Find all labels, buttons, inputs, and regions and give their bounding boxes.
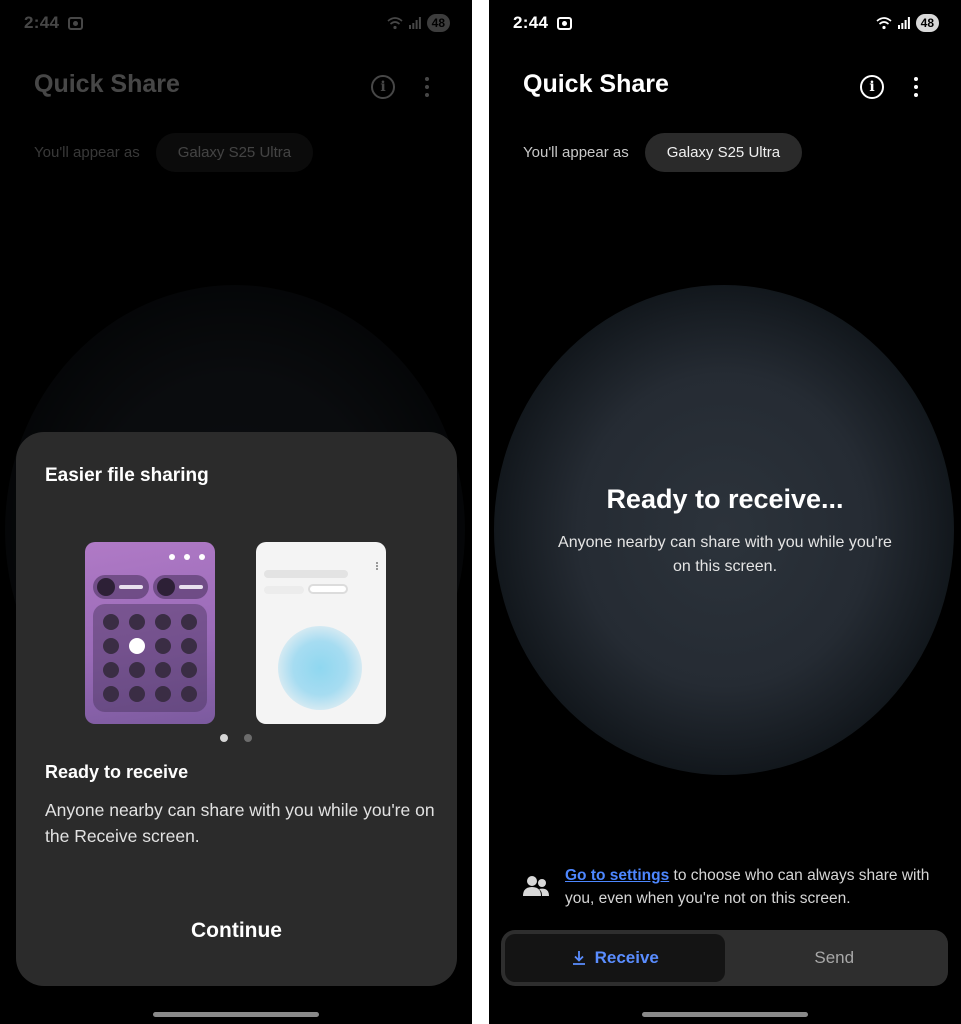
left-phone-screen: 2:44 48 Quick Share i You'll appear as G… — [0, 0, 472, 1024]
more-options-icon[interactable] — [914, 77, 918, 97]
bluetooth-pill — [153, 575, 208, 599]
info-icon[interactable]: i — [860, 75, 884, 99]
settings-hint-text: Go to settings to choose who can always … — [565, 864, 941, 910]
ready-description: Anyone nearby can share with you while y… — [558, 534, 892, 575]
receive-send-toggle: Receive Send — [501, 930, 948, 986]
device-name-chip[interactable]: Galaxy S25 Ultra — [644, 133, 803, 172]
page-dot-active[interactable] — [220, 734, 228, 742]
page-dot[interactable] — [244, 734, 252, 742]
more-options-icon — [376, 562, 378, 570]
status-time: 2:44 — [513, 13, 549, 32]
sheet-title: Easier file sharing — [45, 465, 209, 486]
device-chip-illustration — [308, 584, 348, 594]
sheet-description: Anyone nearby can share with you while y… — [45, 800, 435, 846]
continue-button[interactable]: Continue — [16, 919, 457, 943]
receive-glow — [494, 285, 954, 775]
battery-badge: 48 — [915, 14, 939, 32]
page-indicator — [220, 734, 252, 742]
quick-share-tile-icon — [129, 638, 145, 654]
go-to-settings-link[interactable]: Go to settings — [565, 867, 669, 884]
onboarding-sheet: Easier file sharing Ready to receive Any… — [16, 432, 457, 986]
status-bar: 2:44 48 — [513, 10, 939, 36]
home-indicator — [153, 1012, 319, 1017]
tiles-panel — [93, 604, 207, 712]
download-icon — [572, 951, 585, 965]
wifi-pill — [93, 575, 149, 599]
quick-panel-illustration — [85, 542, 215, 724]
page-title: Quick Share — [523, 70, 669, 98]
appear-as-row: You'll appear as Galaxy S25 Ultra — [523, 133, 803, 172]
sheet-subtitle: Ready to receive — [45, 762, 189, 782]
people-icon — [523, 876, 549, 896]
right-phone-screen: 2:44 48 Quick Share i You'll appear as G… — [489, 0, 961, 1024]
signal-icon — [897, 17, 910, 29]
ready-title: Ready to receive... — [606, 484, 844, 514]
receive-tab[interactable]: Receive — [505, 934, 725, 982]
send-tab-label: Send — [814, 948, 855, 967]
appear-as-label: You'll appear as — [523, 144, 629, 161]
glow-illustration — [278, 626, 362, 710]
settings-hint: Go to settings to choose who can always … — [521, 864, 941, 910]
receive-tab-label: Receive — [594, 948, 659, 967]
wifi-icon — [876, 17, 892, 30]
panel-icons — [169, 554, 205, 562]
screen-record-icon — [557, 16, 573, 30]
home-indicator — [642, 1012, 808, 1017]
send-tab[interactable]: Send — [725, 934, 945, 982]
receive-screen-illustration — [256, 542, 386, 724]
